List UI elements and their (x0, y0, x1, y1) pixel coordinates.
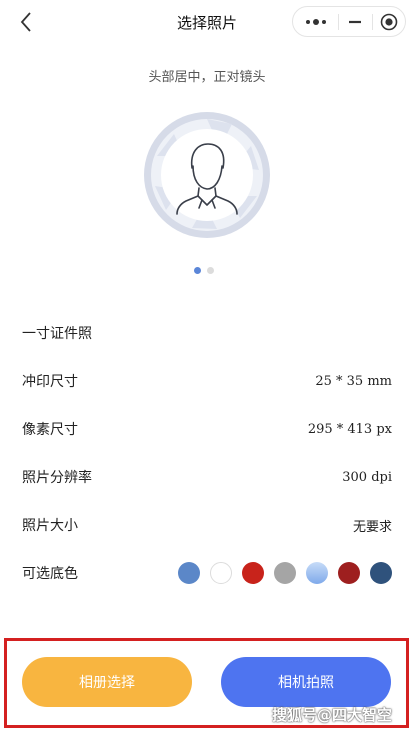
pager-dot[interactable] (207, 267, 214, 274)
photo-hint: 头部居中，正对镜头 (148, 70, 266, 85)
bg-color-swatch[interactable] (338, 562, 360, 584)
spec-name-row: 一寸证件照 (22, 321, 392, 345)
album-select-button[interactable]: 相册选择 (22, 657, 192, 707)
close-button[interactable] (372, 7, 406, 36)
print-size-label: 冲印尺寸 (22, 374, 78, 390)
minimize-icon (349, 20, 361, 23)
minimize-button[interactable] (338, 7, 372, 36)
target-close-icon (380, 13, 398, 30)
more-dots-icon (305, 18, 326, 25)
carousel-pager (194, 267, 214, 274)
resolution-label: 照片分辨率 (22, 470, 92, 486)
print-size-row: 冲印尺寸 25 * 35 mm (22, 369, 392, 393)
spec-name: 一寸证件照 (22, 326, 92, 342)
resolution-value: 300 dpi (342, 469, 392, 485)
file-size-row: 照片大小 无要求 (22, 513, 392, 537)
bg-color-swatch[interactable] (178, 562, 200, 584)
file-size-value: 无要求 (352, 519, 392, 535)
bg-color-swatch[interactable] (242, 562, 264, 584)
bg-color-label: 可选底色 (22, 566, 78, 582)
pixel-size-row: 像素尺寸 295 * 413 px (22, 417, 392, 441)
bg-color-swatch[interactable] (370, 562, 392, 584)
nav-bar: 选择照片 (0, 0, 414, 44)
print-size-value: 25 * 35 mm (315, 373, 392, 389)
bg-color-row: 可选底色 (22, 561, 392, 585)
photo-guide (142, 110, 272, 240)
bg-color-swatch[interactable] (274, 562, 296, 584)
bg-color-swatches (178, 562, 392, 584)
more-button[interactable] (293, 7, 338, 36)
person-silhouette-icon (144, 112, 270, 238)
resolution-row: 照片分辨率 300 dpi (22, 465, 392, 489)
bg-color-swatch[interactable] (210, 562, 232, 584)
watermark: 搜狐号@四大智空 (272, 706, 393, 724)
camera-capture-button[interactable]: 相机拍照 (221, 657, 391, 707)
capsule-menu (292, 6, 406, 37)
pager-dot-active[interactable] (194, 267, 201, 274)
file-size-label: 照片大小 (22, 518, 78, 534)
bg-color-swatch[interactable] (306, 562, 328, 584)
pixel-size-value: 295 * 413 px (307, 421, 392, 437)
pixel-size-label: 像素尺寸 (22, 422, 78, 438)
